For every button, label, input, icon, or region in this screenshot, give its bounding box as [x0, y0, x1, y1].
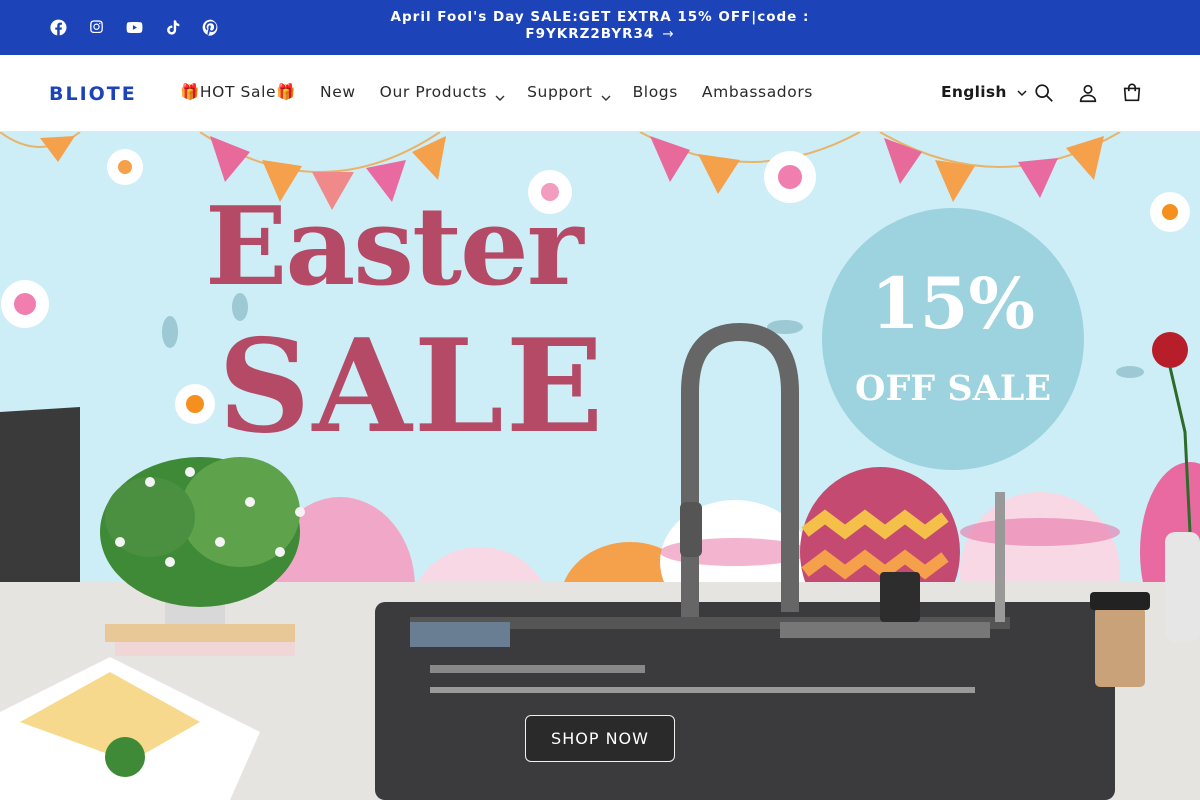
chevron-down-icon	[601, 88, 611, 101]
nav-item-support[interactable]: Support	[527, 83, 611, 101]
announcement-link[interactable]: April Fool's Day SALE:GET EXTRA 15% OFF|…	[380, 9, 820, 43]
nav-item-hot-sale[interactable]: 🎁HOT Sale🎁	[180, 83, 296, 101]
nav-item-label: Blogs	[632, 83, 678, 101]
hero-headline-easter: Easter	[205, 184, 584, 310]
account-icon[interactable]	[1076, 81, 1100, 105]
arrow-right-icon: →	[662, 26, 675, 42]
chevron-down-icon	[1017, 83, 1027, 101]
shop-now-button[interactable]: SHOP NOW	[525, 715, 675, 762]
announcement-text: April Fool's Day SALE:GET EXTRA 15% OFF|…	[390, 9, 810, 42]
announcement-bar: April Fool's Day SALE:GET EXTRA 15% OFF|…	[0, 0, 1200, 55]
youtube-icon[interactable]	[124, 17, 144, 37]
nav-item-label: Support	[527, 83, 593, 101]
instagram-icon[interactable]	[86, 17, 106, 37]
search-icon[interactable]	[1032, 81, 1056, 105]
tiktok-icon[interactable]	[162, 17, 182, 37]
facebook-icon[interactable]	[48, 17, 68, 37]
nav-item-label: New	[320, 83, 356, 101]
nav-item-label: 🎁HOT Sale🎁	[180, 83, 297, 101]
main-nav: 🎁HOT Sale🎁 New Our Products Support Blog…	[180, 83, 837, 101]
cart-icon[interactable]	[1120, 81, 1144, 105]
logo[interactable]: BLIOTE	[49, 83, 137, 105]
social-links	[48, 17, 220, 37]
language-label: English	[941, 83, 1007, 101]
nav-item-label: Our Products	[379, 83, 488, 101]
language-selector[interactable]: English	[941, 83, 1027, 101]
nav-item-ambassadors[interactable]: Ambassadors	[702, 83, 813, 101]
nav-item-blogs[interactable]: Blogs	[633, 83, 678, 101]
nav-item-our-products[interactable]: Our Products	[379, 83, 505, 101]
hero-banner: Easter SALE 15% OFF SALE SHOP NOW	[0, 132, 1200, 800]
pinterest-icon[interactable]	[200, 17, 220, 37]
nav-item-label: Ambassadors	[701, 83, 813, 101]
hero-headline-sale: SALE	[218, 312, 606, 462]
site-header: BLIOTE 🎁HOT Sale🎁 New Our Products Suppo…	[0, 55, 1200, 132]
chevron-down-icon	[495, 88, 505, 101]
nav-item-new[interactable]: New	[320, 83, 356, 101]
discount-text: OFF SALE	[854, 368, 1052, 409]
discount-percent: 15%	[871, 262, 1035, 345]
shop-now-label: SHOP NOW	[551, 729, 649, 748]
